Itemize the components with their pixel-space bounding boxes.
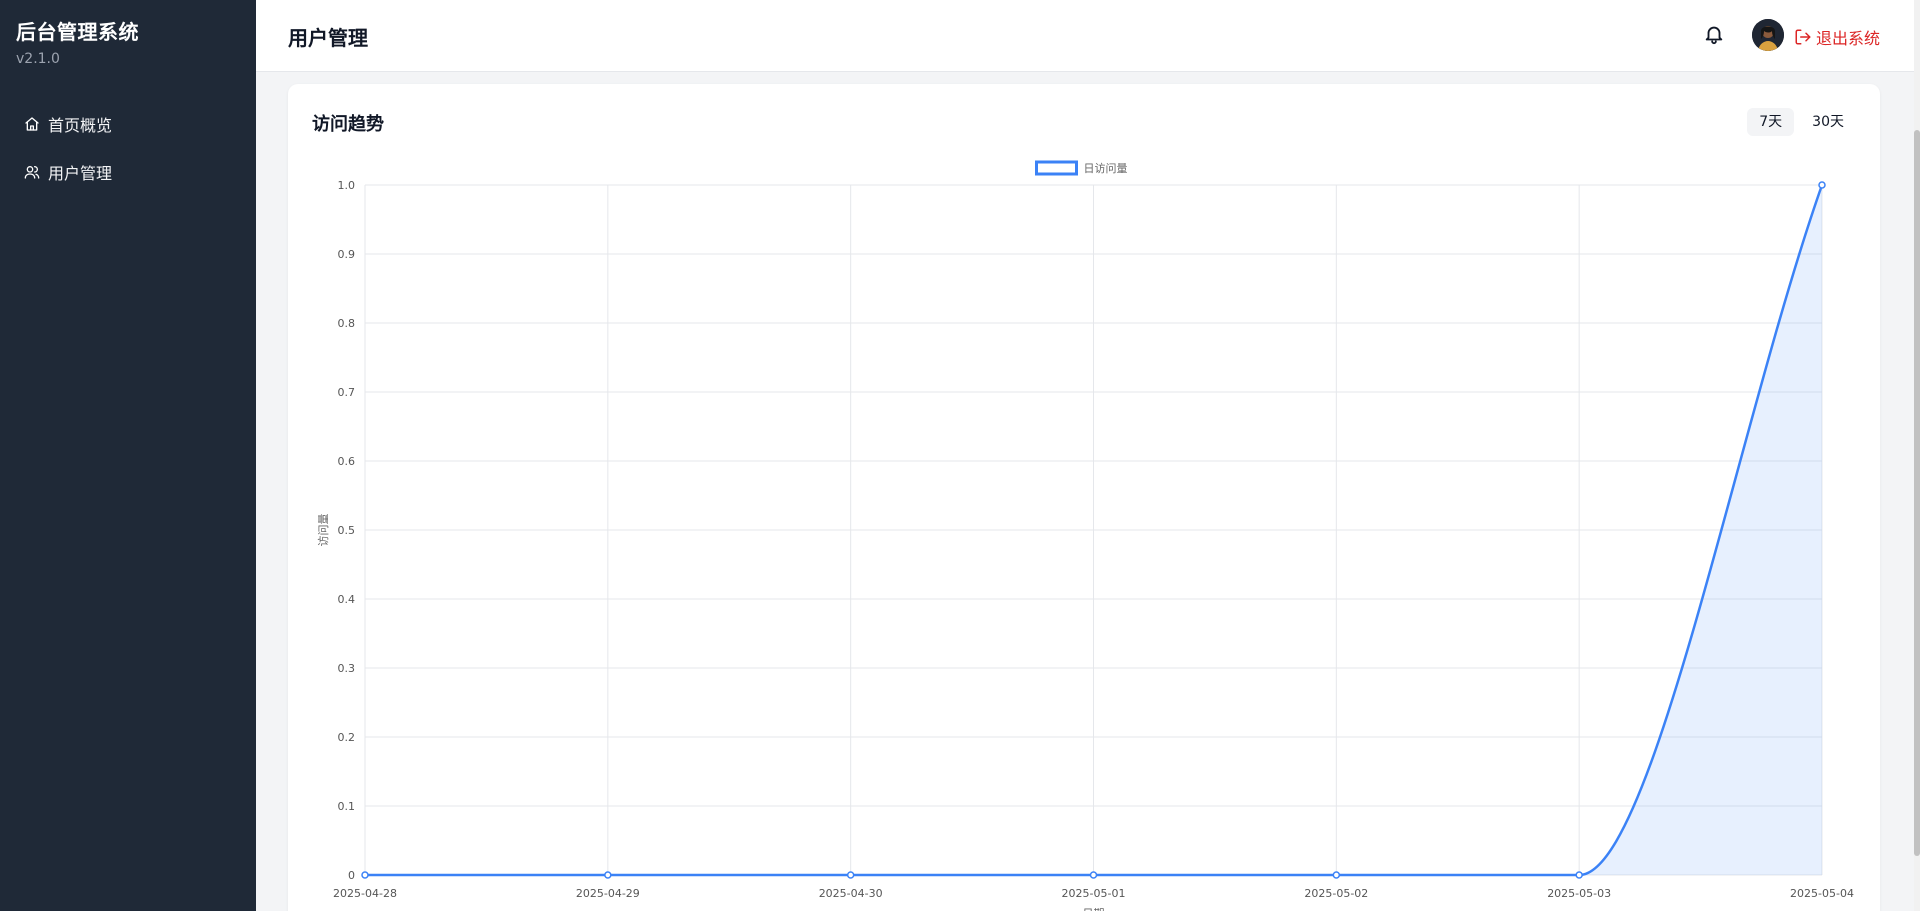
data-point [1818,181,1826,189]
y-tick-label: 0.3 [338,662,356,675]
data-point [1089,871,1098,879]
x-tick-label: 2025-05-02 [1304,887,1368,900]
x-tick-label: 2025-04-29 [576,887,640,900]
y-tick-label: 0.6 [338,455,356,468]
y-tick-label: 0 [348,869,355,882]
data-point [846,871,855,879]
sidebar-item-label: 首页概览 [48,116,113,135]
sidebar: 后台管理系统 v2.1.0 首页概览 用户管理 [0,0,256,911]
data-point [1575,871,1583,879]
y-tick-label: 0.8 [338,317,356,330]
x-axis-label: 日期 [1083,907,1105,911]
y-tick-label: 1.0 [338,179,356,192]
users-icon [24,164,40,180]
logout-label: 退出系统 [1816,29,1881,48]
legend-swatch [1035,160,1078,176]
app-version: v2.1.0 [16,51,60,67]
x-tick-label: 2025-05-03 [1547,887,1611,900]
x-tick-label: 2025-05-01 [1062,887,1126,900]
logout-button[interactable]: 退出系统 [1794,25,1880,49]
data-point [1332,871,1341,879]
legend-label: 日访问量 [1084,162,1128,175]
y-axis-label: 访问量 [317,514,330,547]
x-tick-label: 2025-04-30 [819,887,883,900]
y-tick-label: 0.2 [338,731,356,744]
app-title: 后台管理系统 [16,20,139,44]
visit-trend-chart: 0 0.1 0.2 0.3 0.4 0.5 0.6 0.7 0.8 0.9 1.0 2025-04-2… [317,160,1854,911]
page-scrollbar[interactable] [1914,0,1920,911]
bell-icon [1703,23,1725,49]
notification-button[interactable] [1702,24,1726,48]
y-tick-label: 0.5 [338,524,356,537]
sidebar-nav: 首页概览 用户管理 [0,100,256,196]
x-tick-label: 2025-05-04 [1790,887,1854,900]
avatar[interactable] [1752,19,1784,51]
y-tick-label: 0.1 [338,800,356,813]
x-tick-label: 2025-04-28 [333,887,397,900]
scrollbar-thumb[interactable] [1914,130,1920,856]
visit-trend-card: 访问趋势 7天 30天 0 0.1 0.2 0.3 0.4 0.5 0.6 0.7 0.8 0.9… [288,84,1880,911]
y-tick-label: 0.4 [338,593,356,606]
y-tick-label: 0.9 [338,248,356,261]
sidebar-item-label: 用户管理 [48,164,113,183]
page-title: 用户管理 [288,26,368,50]
y-tick-label: 0.7 [338,386,356,399]
sidebar-item-users[interactable]: 用户管理 [0,148,256,196]
data-point [604,871,612,879]
logout-icon [1794,28,1812,46]
top-header: 用户管理 退出系统 [256,0,1914,72]
sidebar-item-home[interactable]: 首页概览 [0,100,256,148]
brand: 后台管理系统 v2.1.0 [16,16,139,67]
home-icon [24,116,40,132]
data-point [361,871,369,879]
